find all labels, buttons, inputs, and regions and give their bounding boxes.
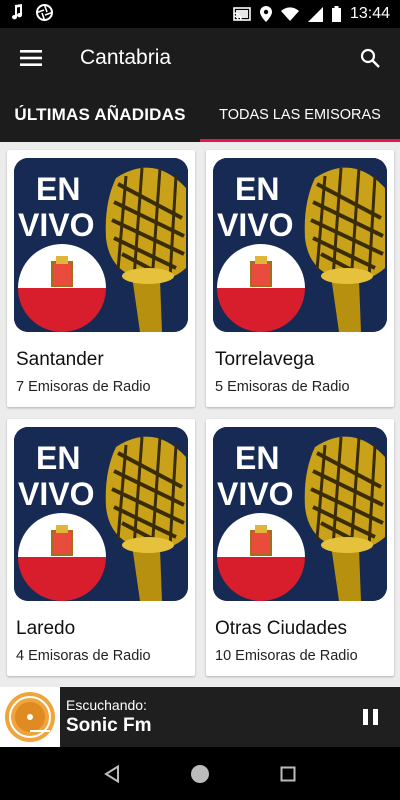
thumb-line1: EN bbox=[36, 171, 80, 207]
en-vivo-thumbnail: EN VIVO bbox=[14, 427, 188, 601]
now-playing-bar[interactable]: Escuchando: Sonic Fm bbox=[0, 687, 400, 747]
music-note-icon bbox=[10, 4, 24, 24]
city-card-torrelavega[interactable]: EN VIVO Torrelavega 5 Emisoras de Radio bbox=[206, 150, 394, 407]
signal-icon bbox=[307, 6, 323, 22]
stations-grid[interactable]: EN VIVO Santander 7 Emisoras de Radio EN… bbox=[0, 142, 400, 687]
city-card-otras-ciudades[interactable]: EN VIVO Otras Ciudades 10 Emisoras de Ra… bbox=[206, 419, 394, 676]
app-screen: 13:44 Cantabria ÚLTIMAS AÑADIDAS TODAS L… bbox=[0, 0, 400, 800]
tab-ultimas-anadidas[interactable]: ÚLTIMAS AÑADIDAS bbox=[0, 88, 200, 142]
card-subtitle: 4 Emisoras de Radio bbox=[16, 648, 151, 664]
hamburger-menu-icon[interactable] bbox=[0, 28, 62, 88]
app-bar: Cantabria bbox=[0, 28, 400, 88]
city-card-santander[interactable]: EN VIVO Santander 7 Emisoras de Radio bbox=[7, 150, 195, 407]
thumb-line1: EN bbox=[235, 440, 279, 476]
status-time: 13:44 bbox=[349, 5, 390, 22]
location-icon bbox=[259, 6, 272, 22]
battery-icon bbox=[331, 6, 341, 22]
en-vivo-thumbnail: EN VIVO bbox=[213, 427, 387, 601]
card-subtitle: 10 Emisoras de Radio bbox=[215, 648, 358, 664]
home-icon[interactable] bbox=[180, 754, 220, 794]
card-title: Laredo bbox=[16, 618, 76, 639]
station-logo bbox=[0, 687, 60, 747]
thumb-line2: VIVO bbox=[217, 207, 293, 243]
back-icon[interactable] bbox=[92, 754, 132, 794]
en-vivo-thumbnail: EN VIVO bbox=[213, 158, 387, 332]
thumb-line1: EN bbox=[36, 440, 80, 476]
thumb-line1: EN bbox=[235, 171, 279, 207]
thumb-line2: VIVO bbox=[18, 207, 94, 243]
page-title: Cantabria bbox=[80, 46, 172, 69]
status-bar: 13:44 bbox=[0, 0, 400, 28]
search-icon[interactable] bbox=[340, 28, 400, 88]
card-subtitle: 7 Emisoras de Radio bbox=[16, 379, 151, 395]
cast-icon bbox=[233, 6, 251, 22]
card-title: Otras Ciudades bbox=[215, 618, 348, 639]
city-card-laredo[interactable]: EN VIVO Laredo 4 Emisoras de Radio bbox=[7, 419, 195, 676]
now-playing-label: Escuchando: bbox=[66, 697, 147, 713]
recents-icon[interactable] bbox=[268, 754, 308, 794]
en-vivo-thumbnail: EN VIVO bbox=[14, 158, 188, 332]
now-playing-station: Sonic Fm bbox=[66, 715, 152, 736]
wifi-icon bbox=[280, 7, 299, 21]
card-title: Torrelavega bbox=[215, 349, 315, 370]
pause-icon[interactable] bbox=[358, 705, 382, 729]
card-title: Santander bbox=[16, 349, 104, 370]
thumb-line2: VIVO bbox=[18, 476, 94, 512]
aperture-icon bbox=[36, 3, 53, 25]
system-nav-bar bbox=[0, 747, 400, 800]
tab-bar: ÚLTIMAS AÑADIDAS TODAS LAS EMISORAS bbox=[0, 88, 400, 142]
thumb-line2: VIVO bbox=[217, 476, 293, 512]
tab-todas-las-emisoras[interactable]: TODAS LAS EMISORAS bbox=[200, 88, 400, 142]
card-subtitle: 5 Emisoras de Radio bbox=[215, 379, 350, 395]
